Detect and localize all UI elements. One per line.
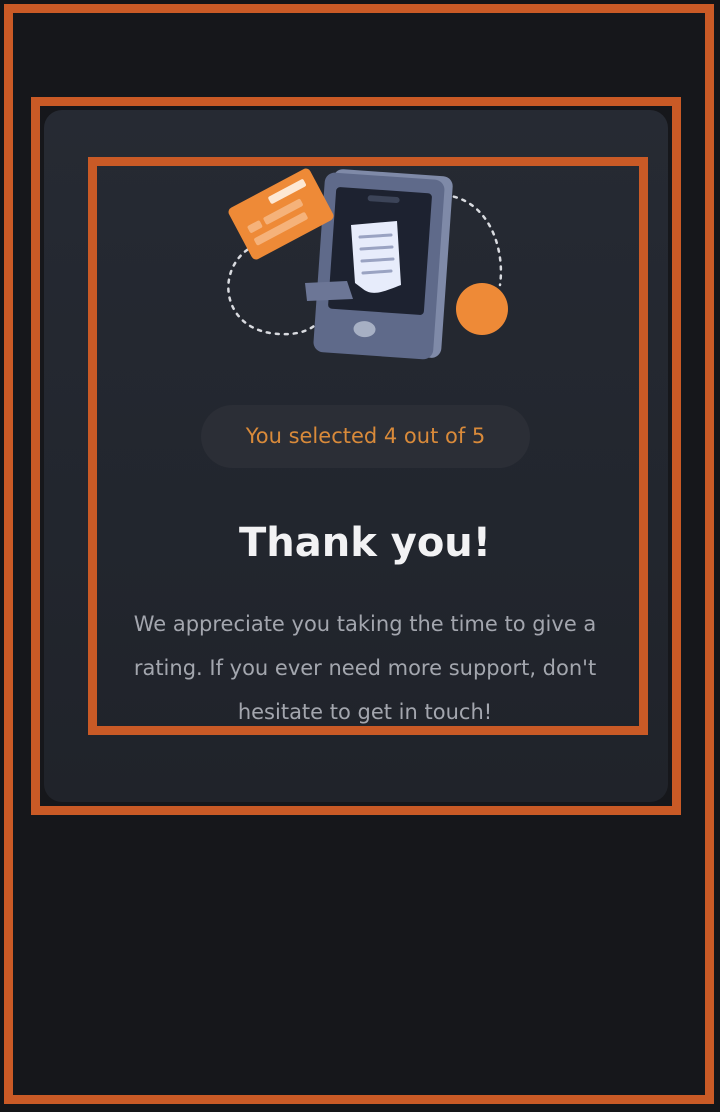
rating-pill: You selected 4 out of 5 — [201, 405, 530, 468]
page-title: Thank you! — [238, 520, 492, 566]
thank-you-message: We appreciate you taking the time to giv… — [133, 612, 597, 724]
phone-receipt-card-icon — [227, 168, 508, 360]
